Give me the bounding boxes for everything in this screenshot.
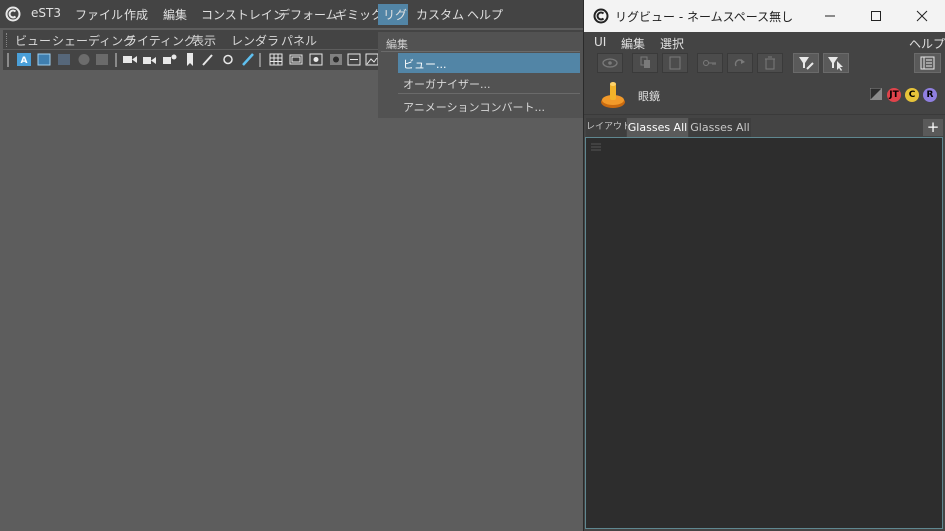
menu-help[interactable]: ヘルプ <box>467 6 503 23</box>
trash-icon <box>765 56 775 70</box>
rv-menu-ui[interactable]: UI <box>594 35 606 49</box>
toolbar-separator <box>259 53 261 67</box>
delete-button[interactable] <box>757 53 783 73</box>
rig-dropdown-menu: 編集 ビュー... オーガナイザー... アニメーションコンバート... <box>378 32 584 118</box>
toolbar-separator <box>115 53 117 67</box>
dropdown-section-header: 編集 <box>386 38 408 51</box>
badge-c[interactable]: C <box>905 88 919 102</box>
rv-menu-edit[interactable]: 編集 <box>621 35 645 52</box>
rv-menu-select[interactable]: 選択 <box>660 35 684 52</box>
toolbar-separator <box>7 53 9 67</box>
bookmark-icon[interactable] <box>183 53 197 66</box>
menu-gimmick[interactable]: ギミック <box>335 6 383 23</box>
dropdown-item-organizer[interactable]: オーガナイザー... <box>403 76 491 92</box>
wireframe-icon[interactable] <box>57 53 71 66</box>
redo-icon <box>734 59 745 67</box>
menu-custom[interactable]: カスタム <box>416 6 464 23</box>
image-plane-icon[interactable] <box>365 53 379 66</box>
smooth-shade-icon[interactable] <box>77 53 91 66</box>
main-menubar: eST3 ファイル 作成 編集 コンストレイン デフォーム ギミック リグ カス… <box>0 0 583 28</box>
rig-window-title: リグビュー - ネームスペース無し <box>615 10 794 24</box>
svg-text:A: A <box>21 56 28 66</box>
menu-edit[interactable]: 編集 <box>163 6 187 23</box>
app-name-label: eST3 <box>31 6 61 20</box>
key-button[interactable] <box>697 53 723 73</box>
panel-menu-lighting[interactable]: ライティング <box>125 32 196 49</box>
rig-window-titlebar[interactable]: リグビュー - ネームスペース無し <box>584 0 945 32</box>
dropdown-divider <box>398 93 580 94</box>
color-swatch-icon[interactable] <box>870 88 882 100</box>
panel-menu-panels[interactable]: パネル <box>281 32 317 49</box>
copy-icon <box>640 56 650 68</box>
camera-icon[interactable] <box>123 53 137 66</box>
rv-menu-help[interactable]: ヘルプ <box>909 35 945 52</box>
character-rig-icon <box>601 82 625 108</box>
canvas-menu-icon[interactable] <box>591 143 601 151</box>
eye-icon <box>602 58 618 68</box>
grease-pencil-icon[interactable] <box>201 53 215 66</box>
textured-icon[interactable] <box>95 53 109 66</box>
filter-edit-icon <box>799 57 814 70</box>
rig-window-toolbar <box>584 52 945 76</box>
paint-brush-icon[interactable] <box>241 53 255 66</box>
menu-file[interactable]: ファイル <box>75 6 123 23</box>
minimize-icon[interactable] <box>821 7 839 25</box>
reset-button[interactable] <box>727 53 753 73</box>
paste-button[interactable] <box>662 53 688 73</box>
rig-window-logo-icon <box>593 8 609 24</box>
filter-cursor-icon <box>828 57 843 71</box>
field-chart-icon[interactable] <box>347 53 361 66</box>
dropdown-item-view[interactable]: ビュー... <box>403 56 447 72</box>
character-name: 眼鏡 <box>638 90 660 103</box>
pan-zoom-icon[interactable] <box>221 53 235 66</box>
copy-button[interactable] <box>632 53 658 73</box>
dropdown-item-anim-convert[interactable]: アニメーションコンバート... <box>403 99 545 115</box>
panel-menu-show[interactable]: 表示 <box>192 32 216 49</box>
select-camera-icon[interactable]: A <box>17 53 31 66</box>
resolution-gate-icon[interactable] <box>309 53 323 66</box>
drag-handle[interactable] <box>6 33 9 47</box>
panel-menu-view[interactable]: ビュー <box>15 32 51 49</box>
layout-canvas[interactable] <box>585 137 943 529</box>
panel-list-icon <box>920 56 935 70</box>
tab-glasses-all[interactable]: Glasses All <box>689 118 751 137</box>
filter-select-button[interactable] <box>823 53 849 73</box>
app-logo-icon[interactable] <box>5 6 21 22</box>
grid-icon[interactable] <box>269 53 283 66</box>
menu-create[interactable]: 作成 <box>124 6 148 23</box>
visibility-button[interactable] <box>597 53 623 73</box>
clipboard-icon <box>669 56 681 70</box>
gate-mask-icon[interactable] <box>329 53 343 66</box>
menu-rig[interactable]: リグ <box>383 6 407 23</box>
dropdown-divider <box>381 51 580 52</box>
tab-bar: レイアウト Glasses All Glasses All + <box>584 118 945 137</box>
panel-menu-renderer[interactable]: レンダラ <box>231 32 279 49</box>
menu-deform[interactable]: デフォーム <box>278 6 338 23</box>
close-icon[interactable] <box>913 7 931 25</box>
camera-lock-icon[interactable] <box>143 53 157 66</box>
menu-constrain[interactable]: コンストレイン <box>201 6 285 23</box>
tab-layout[interactable]: レイアウト <box>586 118 631 137</box>
panel-toggle-button[interactable] <box>914 53 941 73</box>
badge-jt[interactable]: JT <box>887 88 901 102</box>
camera-attributes-icon[interactable] <box>163 53 177 66</box>
frame-all-icon[interactable] <box>37 53 51 66</box>
maximize-icon[interactable] <box>867 7 885 25</box>
badge-r[interactable]: R <box>923 88 937 102</box>
panel-menu-shading[interactable]: シェーディング <box>52 32 135 49</box>
add-tab-button[interactable]: + <box>923 119 943 136</box>
rig-window-menubar: UI 編集 選択 ヘルプ <box>584 32 945 52</box>
rig-view-window: リグビュー - ネームスペース無し UI 編集 選択 ヘルプ 眼鏡 JT C R… <box>583 0 945 531</box>
filter-edit-button[interactable] <box>793 53 819 73</box>
key-icon <box>703 60 716 66</box>
tab-glasses-all-active[interactable]: Glasses All <box>627 118 688 137</box>
film-gate-icon[interactable] <box>289 53 303 66</box>
